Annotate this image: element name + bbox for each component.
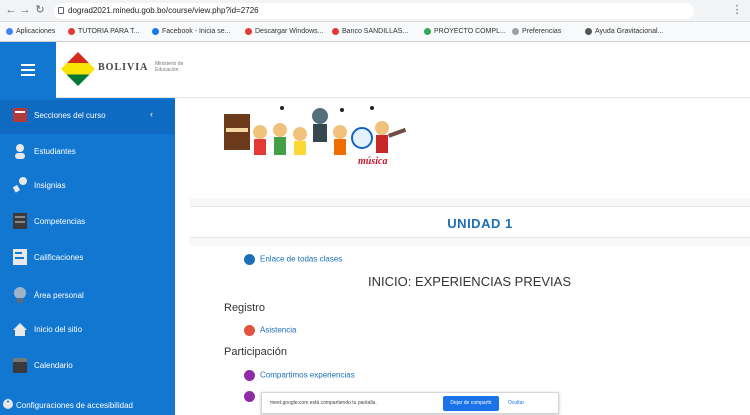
bookmark-item[interactable]: Ayuda Gravitacional... — [585, 26, 663, 38]
nav-drawer: Secciones del curso ‹ Estudiantes Insign… — [0, 98, 175, 415]
logo-text: BOLIVIA — [98, 62, 149, 73]
sidebar-item-accesibilidad[interactable]: Configuraciones de accesibilidad — [0, 390, 175, 415]
class-link[interactable]: Enlace de todas clases — [244, 254, 342, 265]
accessibility-icon — [3, 399, 13, 409]
bookmark-item[interactable]: PROYECTO COMPL... — [424, 26, 506, 38]
badge-icon — [12, 177, 27, 193]
menu-toggle-button[interactable] — [0, 42, 56, 98]
competencies-icon — [13, 213, 27, 229]
url-text: dograd2021.minedu.gob.bo/course/view.php… — [68, 6, 259, 15]
lock-icon — [58, 7, 64, 14]
attendance-icon — [244, 325, 255, 336]
menu-dots-icon[interactable]: ⋮ — [730, 3, 744, 17]
sidebar-item-secciones[interactable]: Secciones del curso ‹ — [0, 100, 175, 134]
bolivia-logo[interactable] — [61, 52, 95, 86]
bookmark-item[interactable]: Descargar Windows... — [245, 26, 323, 38]
grades-icon — [13, 249, 27, 265]
sidebar-item-insignias[interactable]: Insignias — [0, 170, 175, 204]
sidebar-item-calificaciones[interactable]: Calificaciones — [0, 242, 175, 276]
course-banner: música — [190, 98, 750, 198]
dashboard-icon — [14, 287, 26, 303]
music-banner-image — [224, 106, 407, 155]
unit-header: UNIDAD 1 — [190, 206, 750, 238]
bookmarks-bar: Aplicaciones TUTORIA PARA T... Facebook … — [0, 22, 750, 42]
share-notice-text: meet.google.com está compartiendo tu pan… — [270, 400, 377, 406]
chevron-icon: ‹ — [150, 109, 153, 119]
folder-icon — [13, 108, 27, 122]
forum-icon — [244, 391, 255, 402]
course-content: música UNIDAD 1 Enlace de todas clases I… — [190, 98, 750, 415]
forum-icon — [244, 370, 255, 381]
bookmark-item[interactable]: Preferencias — [512, 26, 561, 38]
bookmark-item[interactable]: Banco SANDILLAS... — [332, 26, 408, 38]
participacion-heading: Participación — [224, 346, 287, 358]
sidebar-item-inicio-sitio[interactable]: Inicio del sitio — [0, 314, 175, 348]
reload-icon[interactable]: ↻ — [33, 3, 47, 17]
url-input[interactable]: dograd2021.minedu.gob.bo/course/view.php… — [54, 3, 694, 19]
browser-address-bar: ← → ↻ dograd2021.minedu.gob.bo/course/vi… — [0, 0, 750, 22]
bookmark-item[interactable]: TUTORIA PARA T... — [68, 26, 139, 38]
registro-heading: Registro — [224, 302, 265, 314]
back-icon[interactable]: ← — [4, 3, 18, 17]
home-icon — [13, 323, 27, 336]
screen-share-notice: meet.google.com está compartiendo tu pan… — [261, 392, 559, 414]
banner-music-word: música — [358, 156, 388, 167]
bookmark-item[interactable]: Aplicaciones — [6, 26, 55, 38]
unit-title: UNIDAD 1 — [447, 216, 513, 231]
url-icon — [244, 254, 255, 265]
forward-icon[interactable]: → — [18, 3, 32, 17]
forum-link-2[interactable] — [244, 391, 260, 402]
users-icon — [15, 144, 25, 159]
hide-button[interactable]: Ocultar — [508, 400, 524, 406]
sidebar-item-estudiantes[interactable]: Estudiantes — [0, 136, 175, 170]
section-content: Enlace de todas clases INICIO: EXPERIENC… — [190, 246, 750, 415]
section-heading: INICIO: EXPERIENCIAS PREVIAS — [368, 274, 571, 289]
hamburger-icon — [21, 64, 35, 66]
stop-sharing-button[interactable]: Dejar de compartir — [443, 396, 499, 411]
sidebar-item-area-personal[interactable]: Área personal — [0, 280, 175, 314]
sidebar-item-competencias[interactable]: Competencias — [0, 206, 175, 240]
sidebar-item-calendario[interactable]: Calendario — [0, 350, 175, 384]
site-navbar: BOLIVIA Ministerio de Educación — [0, 42, 750, 98]
logo-subtitle: Ministerio de Educación — [155, 61, 184, 73]
calendar-icon — [13, 358, 27, 373]
compartimos-link[interactable]: Compartimos experiencias — [244, 370, 355, 381]
bookmark-item[interactable]: Facebook - Inicia se... — [152, 26, 230, 38]
asistencia-link[interactable]: Asistencia — [244, 325, 296, 336]
